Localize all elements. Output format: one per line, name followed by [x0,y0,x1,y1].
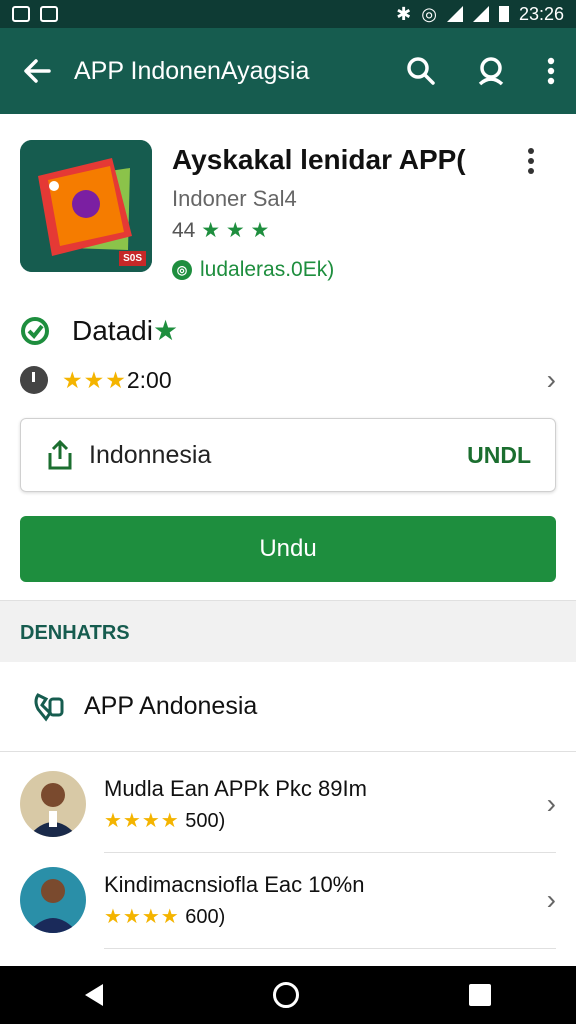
page-title: APP IndonenAyagsia [74,56,310,85]
chat-icon [34,692,64,722]
clock-icon [20,366,48,394]
bluetooth-icon: ✱ [396,3,412,24]
app-bar: APP IndonenAyagsia [0,28,576,114]
alarm-icon: ◎ [421,3,437,24]
nav-home-icon[interactable] [273,982,299,1008]
list-item[interactable]: Kindimacnsiofla Eac 10%n ★★★★ 600) › [0,852,576,948]
app-icon-badge: S0S [119,251,146,266]
account-button[interactable] [456,56,526,86]
signal-icon [472,6,489,22]
share-upload-icon [48,439,72,470]
account-icon [478,57,504,86]
image-notification-icon [40,6,58,22]
list-divider [104,948,556,949]
avatar [20,771,86,837]
app-rating: 44 ★ ★ ★ [172,219,270,242]
status-bar: ✱ ◎ 23:26 [0,0,576,28]
play-circle-icon: ◎ [172,260,192,280]
more-vert-icon [528,148,534,154]
search-icon [407,57,435,85]
search-button[interactable] [386,56,456,86]
country-label: Indonnesia [89,440,212,469]
more-vert-icon [547,57,555,85]
battery-icon [498,6,509,22]
status-row: Datadi★ [20,314,178,347]
person-avatar-icon [20,867,86,933]
country-selector[interactable]: Indonnesia UNDL [20,418,556,492]
overflow-menu-button[interactable] [526,57,576,85]
list-item-rating: ★★★★ 500) [104,809,226,832]
rating-row-stars: ★★★ [62,366,127,393]
app-name: Ayskakal lenidar APP( [172,144,466,175]
section-title: DENHATRS [20,622,130,644]
person-avatar-icon [20,771,86,837]
rating-stars: ★ ★ ★ [201,219,270,242]
chevron-right-icon: › [546,364,556,395]
check-circle-icon [21,316,49,345]
chevron-right-icon: › [546,788,556,819]
status-label: Datadi★ [72,315,179,346]
list-item-title: Mudla Ean APPk Pkc 89Im [104,775,367,801]
section-row[interactable]: APP Andonesia [0,662,576,752]
app-icon[interactable]: S0S [20,140,152,272]
system-nav-bar [0,966,576,1024]
rating-row-value: 2:00 [126,366,172,393]
nav-recents-icon[interactable] [469,984,491,1006]
app-developer[interactable]: Indoner Sal4 [172,186,297,212]
chevron-right-icon: › [546,884,556,915]
country-action: UNDL [467,441,531,468]
list-item[interactable]: Mudla Ean APPk Pkc 89Im ★★★★ 500) › [0,756,576,852]
avatar [20,867,86,933]
rating-row[interactable]: ★★★ 2:00 › [20,364,556,396]
notification-icon [12,6,30,22]
install-button[interactable]: Undu [20,516,556,582]
list-item-rating: ★★★★ 600) [104,905,226,928]
arrow-left-icon [24,59,51,83]
download-count: ◎ ludaleras.0Ek) [172,258,334,282]
section-row-label: APP Andonesia [84,692,258,720]
wifi-icon [446,6,463,22]
back-button[interactable] [0,57,74,85]
status-time: 23:26 [518,3,564,24]
card-overflow-button[interactable] [528,148,534,174]
nav-back-icon[interactable] [85,984,103,1006]
list-item-title: Kindimacnsiofla Eac 10%n [104,871,365,897]
star-icon: ★ [152,315,179,346]
